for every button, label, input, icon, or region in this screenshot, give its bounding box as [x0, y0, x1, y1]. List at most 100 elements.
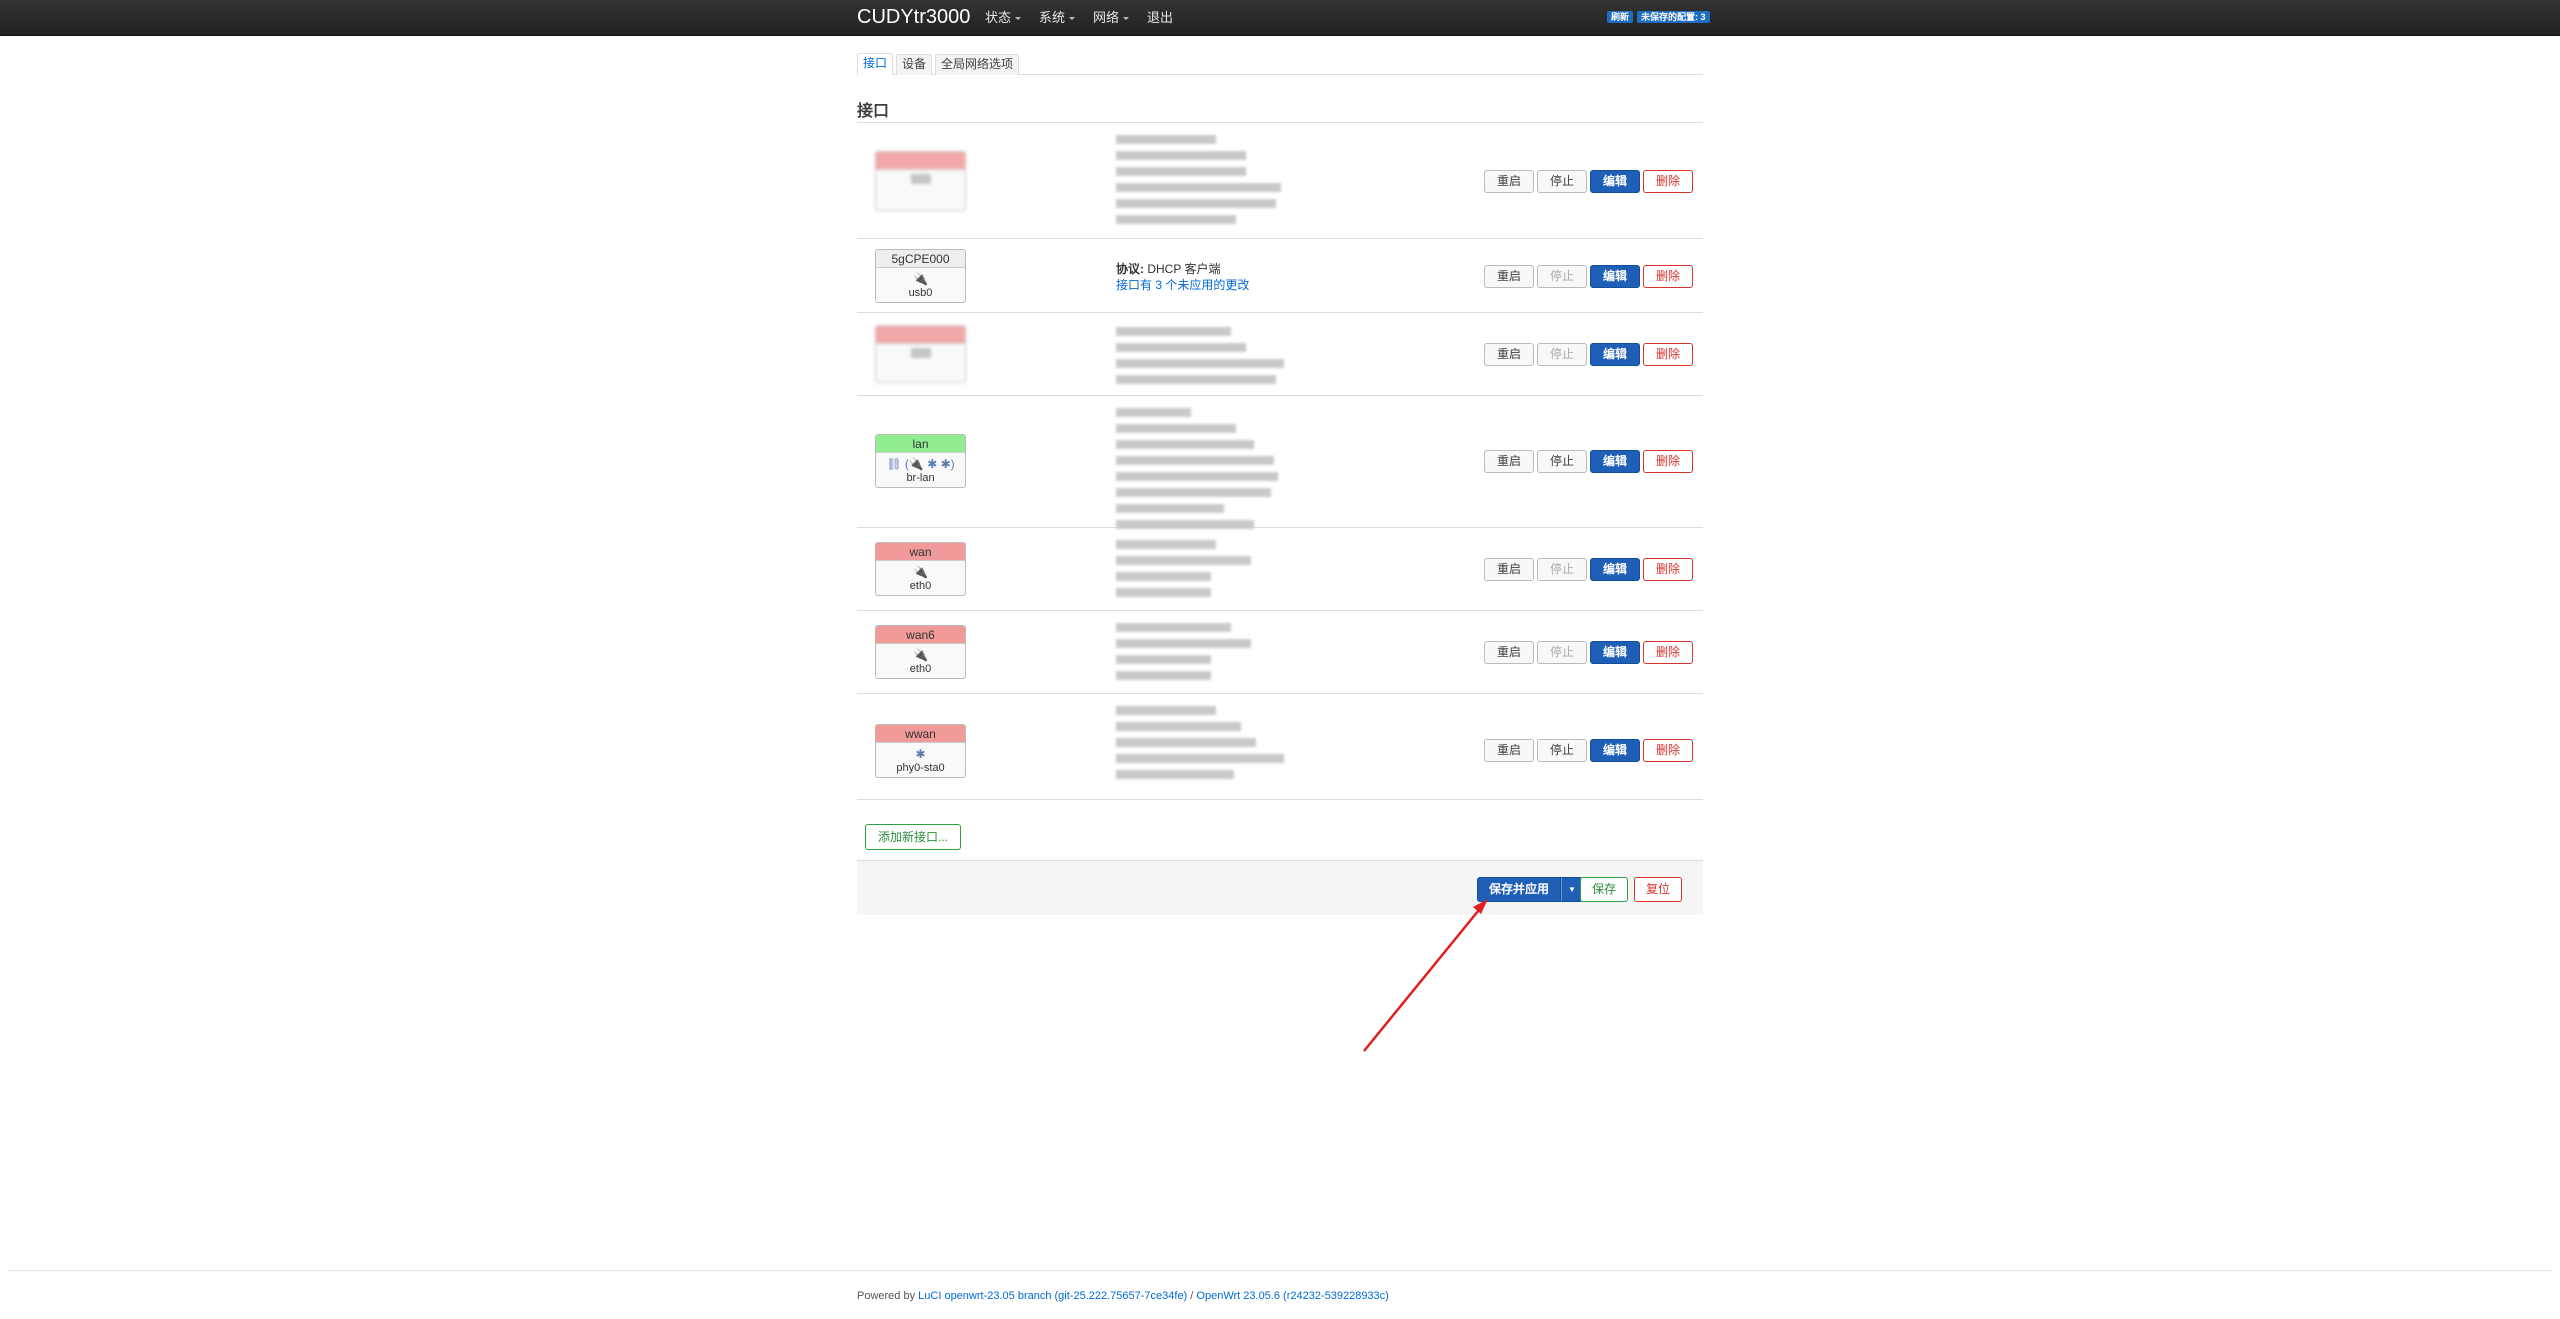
- interface-badge: 5gCPE000 🔌 usb0: [875, 249, 966, 303]
- caret-down-icon: [1123, 16, 1130, 20]
- interface-badge: [875, 151, 966, 211]
- blurred-text: [1116, 215, 1236, 224]
- interface-status: [1116, 623, 1286, 687]
- menu-system-label: 系统: [1039, 10, 1066, 25]
- stop-button[interactable]: 停止: [1537, 343, 1587, 366]
- interface-status: 协议: DHCP 客户端 接口有 3 个未应用的更改: [1116, 261, 1249, 293]
- blurred-text: [1116, 488, 1271, 497]
- footer: Powered by LuCI openwrt-23.05 branch (gi…: [857, 1290, 1389, 1302]
- delete-button[interactable]: 删除: [1643, 641, 1693, 664]
- blurred-text: [1116, 540, 1216, 549]
- stop-button[interactable]: 停止: [1537, 641, 1587, 664]
- interface-name: [876, 152, 965, 170]
- wifi-icon: ✱: [915, 747, 926, 761]
- edit-button[interactable]: 编辑: [1590, 641, 1640, 664]
- row-actions: 重启 停止 编辑 删除: [1484, 343, 1693, 366]
- edit-button[interactable]: 编辑: [1590, 265, 1640, 288]
- stop-button[interactable]: 停止: [1537, 450, 1587, 473]
- blurred-text: [1116, 199, 1276, 208]
- tab-global-options[interactable]: 全局网络选项: [935, 54, 1020, 75]
- restart-button[interactable]: 重启: [1484, 450, 1534, 473]
- restart-button[interactable]: 重启: [1484, 343, 1534, 366]
- stop-button[interactable]: 停止: [1537, 739, 1587, 762]
- blurred-text: [1116, 135, 1216, 144]
- blurred-text: [1116, 343, 1246, 352]
- menu-logout[interactable]: 退出: [1147, 0, 1173, 36]
- restart-button[interactable]: 重启: [1484, 265, 1534, 288]
- interface-status: [1116, 706, 1286, 786]
- blurred-text: [1116, 167, 1246, 176]
- stop-button[interactable]: 停止: [1537, 558, 1587, 581]
- blurred-device: [910, 174, 931, 184]
- unsaved-changes-indicator[interactable]: 未保存的配置: 3: [1637, 11, 1710, 23]
- action-bar: 保存并应用 ▼ 保存 复位: [857, 860, 1703, 915]
- annotation-arrow-icon: [1363, 899, 1488, 1052]
- table-row: wwan ✱ phy0-sta0 重启 停止 编辑 删除: [857, 694, 1703, 800]
- row-actions: 重启 停止 编辑 删除: [1484, 558, 1693, 581]
- protocol-value: DHCP 客户端: [1144, 262, 1221, 276]
- table-row: 重启 停止 编辑 删除: [857, 123, 1703, 239]
- interface-badge: wwan ✱ phy0-sta0: [875, 724, 966, 778]
- delete-button[interactable]: 删除: [1643, 739, 1693, 762]
- interface-device: usb0: [908, 287, 933, 299]
- menu-network[interactable]: 网络: [1093, 0, 1130, 36]
- luci-version-link[interactable]: LuCI openwrt-23.05 branch (git-25.222.75…: [918, 1290, 1187, 1302]
- blurred-device: [910, 348, 931, 358]
- protocol-label: 协议:: [1116, 262, 1144, 276]
- row-actions: 重启 停止 编辑 删除: [1484, 739, 1693, 762]
- edit-button[interactable]: 编辑: [1590, 558, 1640, 581]
- add-interface-button[interactable]: 添加新接口...: [865, 824, 962, 850]
- tab-interfaces[interactable]: 接口: [857, 53, 894, 75]
- edit-button[interactable]: 编辑: [1590, 739, 1640, 762]
- delete-button[interactable]: 删除: [1643, 343, 1693, 366]
- ethernet-port-icon: 🔌: [913, 648, 928, 662]
- page-title: 接口: [857, 103, 890, 120]
- main-menu: 状态 系统 网络 退出: [985, 0, 1191, 36]
- stop-button[interactable]: 停止: [1537, 170, 1587, 193]
- divider: [8, 1270, 2552, 1271]
- edit-button[interactable]: 编辑: [1590, 343, 1640, 366]
- blurred-text: [1116, 375, 1276, 384]
- menu-system[interactable]: 系统: [1039, 0, 1076, 36]
- restart-button[interactable]: 重启: [1484, 170, 1534, 193]
- interface-status: [1116, 135, 1286, 231]
- restart-button[interactable]: 重启: [1484, 558, 1534, 581]
- blurred-text: [1116, 504, 1224, 513]
- delete-button[interactable]: 删除: [1643, 265, 1693, 288]
- blurred-text: [1116, 588, 1211, 597]
- interface-badge: wan6 🔌 eth0: [875, 625, 966, 679]
- delete-button[interactable]: 删除: [1643, 450, 1693, 473]
- menu-status-label: 状态: [985, 10, 1012, 25]
- restart-button[interactable]: 重启: [1484, 641, 1534, 664]
- restart-button[interactable]: 重启: [1484, 739, 1534, 762]
- save-button[interactable]: 保存: [1580, 877, 1629, 902]
- blurred-text: [1116, 639, 1251, 648]
- edit-button[interactable]: 编辑: [1590, 170, 1640, 193]
- pending-changes-link[interactable]: 接口有 3 个未应用的更改: [1116, 277, 1249, 293]
- interface-badge: [875, 325, 966, 383]
- tab-devices[interactable]: 设备: [896, 54, 933, 75]
- ethernet-port-icon: 🔌: [913, 565, 928, 579]
- interface-device: br-lan: [906, 472, 935, 484]
- brand-title[interactable]: CUDYtr3000: [857, 5, 970, 29]
- blurred-text: [1116, 706, 1216, 715]
- openwrt-version-link[interactable]: OpenWrt 23.05.6 (r24232-539228933c): [1196, 1290, 1388, 1302]
- menu-network-label: 网络: [1093, 10, 1120, 25]
- refresh-indicator[interactable]: 刷新: [1607, 11, 1634, 23]
- row-actions: 重启 停止 编辑 删除: [1484, 170, 1693, 193]
- menu-status[interactable]: 状态: [985, 0, 1022, 36]
- blurred-text: [1116, 754, 1284, 763]
- blurred-text: [1116, 424, 1236, 433]
- reset-button[interactable]: 复位: [1634, 877, 1683, 902]
- interface-name: [876, 326, 965, 344]
- blurred-text: [1116, 472, 1278, 481]
- delete-button[interactable]: 删除: [1643, 558, 1693, 581]
- interface-status: [1116, 408, 1286, 536]
- stop-button[interactable]: 停止: [1537, 265, 1587, 288]
- delete-button[interactable]: 删除: [1643, 170, 1693, 193]
- interface-badge: wan 🔌 eth0: [875, 542, 966, 596]
- interface-device: phy0-sta0: [896, 762, 945, 774]
- table-row: 5gCPE000 🔌 usb0 协议: DHCP 客户端 接口有 3 个未应用的…: [857, 239, 1703, 313]
- edit-button[interactable]: 编辑: [1590, 450, 1640, 473]
- blurred-text: [1116, 327, 1231, 336]
